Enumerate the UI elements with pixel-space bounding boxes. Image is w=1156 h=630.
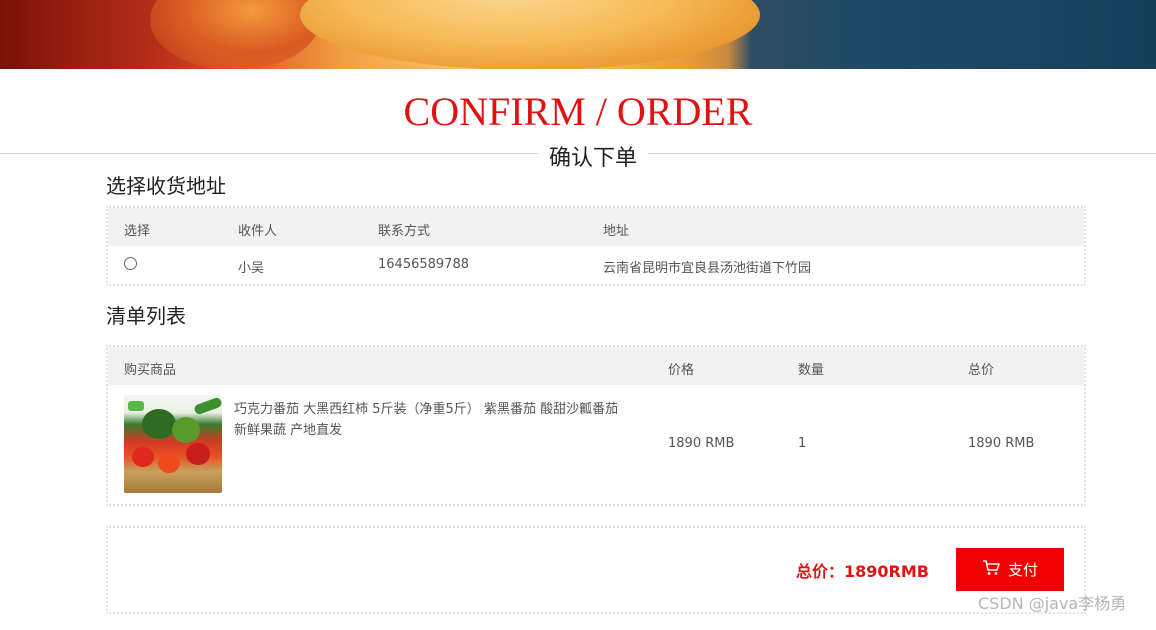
address-recipient: 小吴 [238,261,265,276]
col-header-total: 总价 [968,363,995,378]
address-table-header: 选择 收件人 联系方式 地址 [108,208,1084,246]
col-header-product: 购买商品 [124,363,177,378]
pay-button[interactable]: 支付 [956,548,1064,591]
pay-button-label: 支付 [1007,561,1038,579]
product-image[interactable] [124,395,222,493]
product-quantity: 1 [798,436,807,451]
product-name[interactable]: 巧克力番茄 大黑西红柿 5斤装（净重5斤） 紫黑番茄 酸甜沙瓤番茄 新鲜果蔬 产… [234,399,634,441]
address-section-title: 选择收货地址 [106,174,226,198]
address-radio[interactable] [124,257,137,270]
address-table: 选择 收件人 联系方式 地址 小吴 16456589788 云南省昆明市宜良县汤… [106,206,1086,286]
page-title: CONFIRM / ORDER [403,89,753,134]
checkout-panel [106,526,1086,614]
order-total: 总价：1890RMB [796,562,929,581]
product-price: 1890 RMB [668,436,735,451]
col-header-phone: 联系方式 [378,224,431,239]
col-header-price: 价格 [668,363,695,378]
col-header-select: 选择 [124,224,151,239]
watermark: CSDN @java李杨勇 [978,594,1127,613]
address-phone: 16456589788 [378,257,469,272]
banner-image [0,0,1156,69]
order-table-header: 购买商品 价格 数量 总价 [108,347,1084,385]
product-total: 1890 RMB [968,436,1035,451]
col-header-recipient: 收件人 [238,224,278,239]
order-item-row: 巧克力番茄 大黑西红柿 5斤装（净重5斤） 紫黑番茄 酸甜沙瓤番茄 新鲜果蔬 产… [108,385,1084,504]
cart-icon [982,559,1000,580]
col-header-address: 地址 [603,224,630,239]
order-table: 购买商品 价格 数量 总价 巧克力番茄 大黑西红柿 5斤装（净重5斤） 紫黑番茄… [106,345,1086,506]
address-text: 云南省昆明市宜良县汤池街道下竹园 [603,261,812,276]
order-section-title: 清单列表 [106,304,186,328]
address-row[interactable]: 小吴 16456589788 云南省昆明市宜良县汤池街道下竹园 [108,246,1084,284]
col-header-quantity: 数量 [798,363,825,378]
page-subtitle: 确认下单 [538,140,648,172]
